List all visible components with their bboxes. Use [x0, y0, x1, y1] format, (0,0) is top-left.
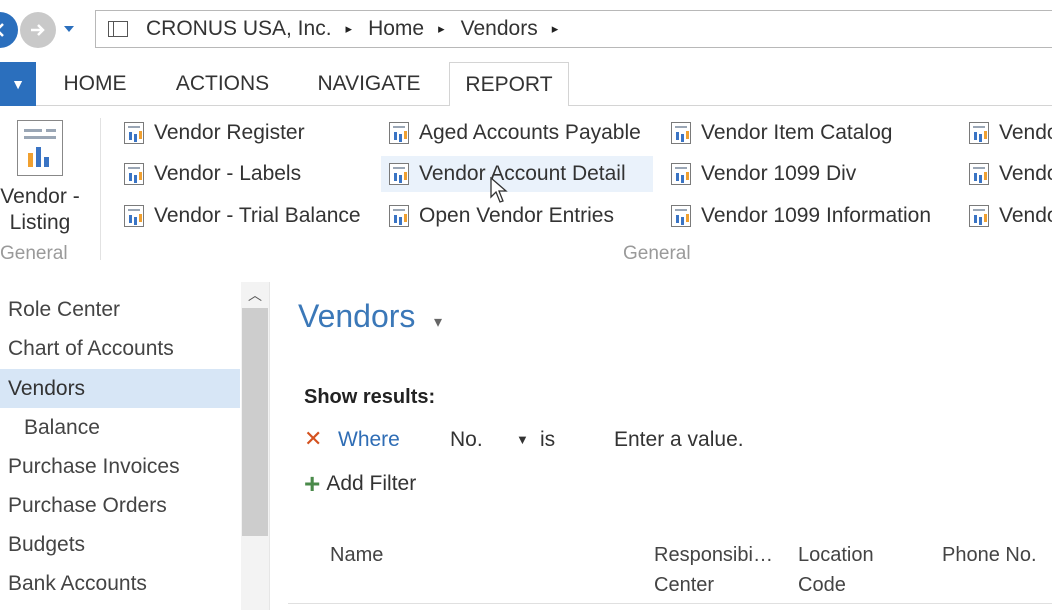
- group-label-general-right: General: [623, 243, 691, 264]
- report-icon: [969, 122, 989, 144]
- column-header-text: Responsibi…: [654, 544, 773, 566]
- report-icon: [124, 205, 144, 227]
- vendor-listing-button[interactable]: Vendor - Listing: [0, 120, 90, 236]
- nav-item-purchase-invoices[interactable]: Purchase Invoices: [0, 447, 240, 486]
- breadcrumb-separator-icon[interactable]: ▸: [438, 21, 445, 37]
- arrow-right-icon: [31, 24, 45, 36]
- breadcrumb-home[interactable]: Home: [368, 17, 424, 41]
- plus-icon: +: [304, 468, 321, 499]
- breadcrumb-separator-icon[interactable]: ▸: [346, 21, 353, 37]
- arrow-left-icon: [0, 23, 4, 37]
- column-header-name[interactable]: Name: [330, 540, 383, 570]
- nav-item-chart-of-accounts[interactable]: Chart of Accounts: [0, 329, 240, 368]
- tab-navigate[interactable]: NAVIGATE: [300, 62, 438, 106]
- report-aged-accounts-payable[interactable]: Aged Accounts Payable: [389, 115, 641, 151]
- report-vendor-account-detail[interactable]: Vendor Account Detail: [381, 156, 653, 192]
- title-menu-icon[interactable]: ▾: [434, 312, 442, 332]
- tab-actions[interactable]: ACTIONS: [160, 62, 285, 106]
- column-header-text: Center: [654, 574, 715, 596]
- report-icon: [124, 122, 144, 144]
- filter-field-select[interactable]: No.: [450, 428, 483, 452]
- filter-field-dropdown-icon[interactable]: ▼: [516, 432, 529, 447]
- forward-button[interactable]: [20, 12, 56, 48]
- report-label: Vendor Register: [154, 121, 305, 144]
- report-label: Aged Accounts Payable: [419, 121, 641, 144]
- report-vendor-1099-div[interactable]: Vendor 1099 Div: [671, 156, 856, 192]
- nav-item-purchase-orders[interactable]: Purchase Orders: [0, 486, 240, 525]
- tab-home[interactable]: HOME: [50, 62, 140, 106]
- vendor-listing-label-line1: Vendor -: [0, 185, 80, 208]
- history-dropdown-icon[interactable]: [62, 22, 76, 36]
- breadcrumb-separator-icon[interactable]: ▸: [552, 21, 559, 37]
- report-vendor-1099-information[interactable]: Vendor 1099 Information: [671, 198, 931, 234]
- address-bar-area: CRONUS USA, Inc. ▸ Home ▸ Vendors ▸: [0, 0, 1052, 58]
- report-large-icon: [17, 120, 63, 176]
- application-menu-button[interactable]: ▼: [0, 62, 36, 106]
- report-vendor-truncated-1[interactable]: Vendo: [969, 115, 1052, 151]
- group-separator: [100, 118, 101, 260]
- nav-item-role-center[interactable]: Role Center: [0, 290, 240, 329]
- mouse-pointer-icon: [490, 177, 508, 203]
- report-vendor-labels[interactable]: Vendor - Labels: [124, 156, 301, 192]
- report-icon: [389, 122, 409, 144]
- report-vendor-truncated-2[interactable]: Vendo: [969, 156, 1052, 192]
- column-header-text: Code: [798, 574, 846, 596]
- report-label: Vendor 1099 Div: [701, 162, 857, 185]
- filter-value-input[interactable]: Enter a value.: [614, 428, 744, 452]
- nav-item-vendors[interactable]: Vendors: [0, 369, 240, 408]
- vendor-listing-label-line2: Listing: [9, 211, 71, 234]
- report-icon: [671, 122, 691, 144]
- column-header-location-code[interactable]: Location Code: [798, 540, 874, 600]
- report-label: Vendor Item Catalog: [701, 121, 893, 144]
- nav-item-balance[interactable]: Balance: [0, 408, 240, 447]
- back-button[interactable]: [0, 12, 18, 48]
- column-header-responsibility-center[interactable]: Responsibi… Center: [654, 540, 773, 600]
- scroll-up-icon[interactable]: ︿: [241, 282, 269, 308]
- nav-scrollbar[interactable]: ︿: [241, 282, 269, 610]
- filter-row: ✕ Where No. ▼ is Enter a value.: [304, 426, 1004, 456]
- report-vendor-truncated-3[interactable]: Vendo: [969, 198, 1052, 234]
- report-vendor-trial-balance[interactable]: Vendor - Trial Balance: [124, 198, 361, 234]
- report-label: Vendor 1099 Information: [701, 204, 931, 227]
- content-area: Vendors ▾ Show results: ✕ Where No. ▼ is…: [270, 282, 1052, 610]
- report-label: Vendor Account Detail: [419, 162, 626, 185]
- nav-item-bank-accounts[interactable]: Bank Accounts: [0, 564, 240, 603]
- filter-operator-label: is: [540, 428, 556, 451]
- report-icon: [671, 163, 691, 185]
- nav-item-budgets[interactable]: Budgets: [0, 525, 240, 564]
- report-label: Vendo: [999, 162, 1052, 185]
- report-vendor-register[interactable]: Vendor Register: [124, 115, 305, 151]
- tab-report[interactable]: REPORT: [449, 62, 569, 107]
- report-label: Vendo: [999, 121, 1052, 144]
- navigation-pane: Role Center Chart of Accounts Vendors Ba…: [0, 282, 270, 610]
- ribbon-tabs: ▼ HOME ACTIONS NAVIGATE REPORT: [0, 62, 1052, 107]
- ribbon-panel: Vendor - Listing General General Vendor …: [0, 106, 1052, 272]
- report-label: Vendor - Trial Balance: [154, 204, 361, 227]
- report-label: Vendor - Labels: [154, 162, 302, 185]
- breadcrumb-vendors[interactable]: Vendors: [461, 17, 538, 41]
- report-vendor-item-catalog[interactable]: Vendor Item Catalog: [671, 115, 892, 151]
- report-icon: [969, 163, 989, 185]
- address-box[interactable]: CRONUS USA, Inc. ▸ Home ▸ Vendors ▸: [95, 10, 1052, 48]
- column-header-phone-no[interactable]: Phone No.: [942, 540, 1037, 570]
- page-icon: [108, 21, 128, 37]
- table-header-divider: [288, 603, 1052, 604]
- report-label: Vendo: [999, 204, 1052, 227]
- page-title: Vendors: [298, 298, 416, 334]
- report-icon: [389, 205, 409, 227]
- column-header-text: Location: [798, 544, 874, 566]
- report-icon: [671, 205, 691, 227]
- report-icon: [124, 163, 144, 185]
- remove-filter-icon[interactable]: ✕: [304, 426, 322, 452]
- add-filter-label: Add Filter: [326, 472, 417, 495]
- filter-where-label: Where: [338, 428, 400, 451]
- breadcrumb-company[interactable]: CRONUS USA, Inc.: [146, 17, 332, 41]
- show-results-label: Show results:: [304, 386, 436, 408]
- report-label: Open Vendor Entries: [419, 204, 614, 227]
- group-label-general-left: General: [0, 243, 68, 264]
- scroll-thumb[interactable]: [242, 308, 268, 536]
- add-filter-button[interactable]: + Add Filter: [304, 468, 417, 499]
- report-icon: [389, 163, 409, 185]
- report-icon: [969, 205, 989, 227]
